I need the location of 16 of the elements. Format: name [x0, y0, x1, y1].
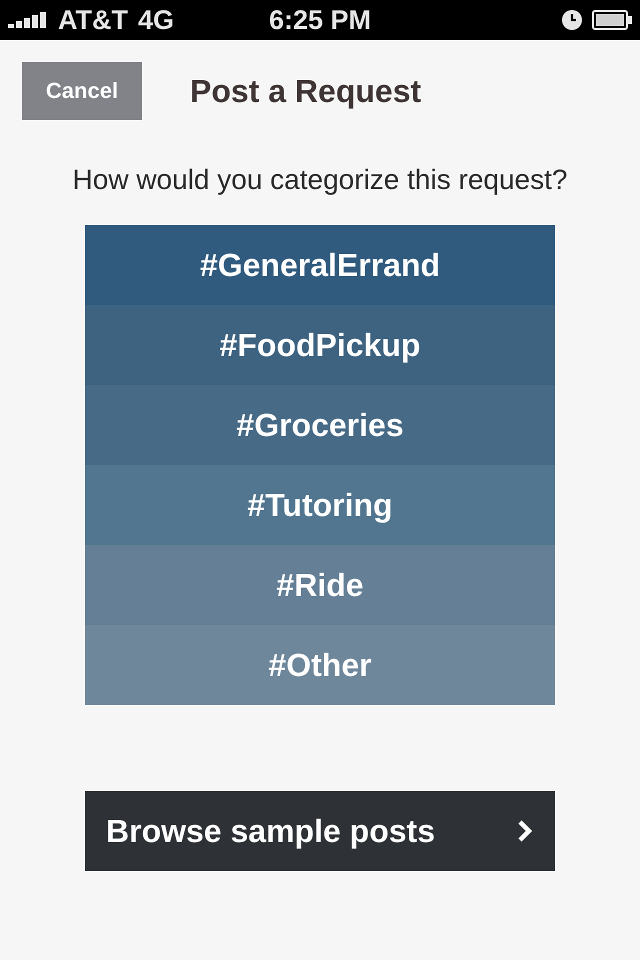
- status-time: 6:25 PM: [268, 4, 372, 36]
- category-item[interactable]: #Other: [85, 625, 555, 705]
- browse-sample-posts-button[interactable]: Browse sample posts: [85, 791, 555, 871]
- category-prompt: How would you categorize this request?: [72, 164, 568, 196]
- category-item[interactable]: #FoodPickup: [85, 305, 555, 385]
- category-item[interactable]: #Groceries: [85, 385, 555, 465]
- category-item[interactable]: #Tutoring: [85, 465, 555, 545]
- category-item[interactable]: #GeneralErrand: [85, 225, 555, 305]
- battery-icon: [592, 10, 632, 30]
- chevron-right-icon: [517, 819, 533, 843]
- page-title: Post a Request: [190, 72, 422, 110]
- clock-icon: [562, 10, 582, 30]
- carrier-name: AT&T: [58, 4, 128, 36]
- network-type: 4G: [138, 4, 174, 36]
- category-item[interactable]: #Ride: [85, 545, 555, 625]
- cancel-button[interactable]: Cancel: [22, 62, 142, 120]
